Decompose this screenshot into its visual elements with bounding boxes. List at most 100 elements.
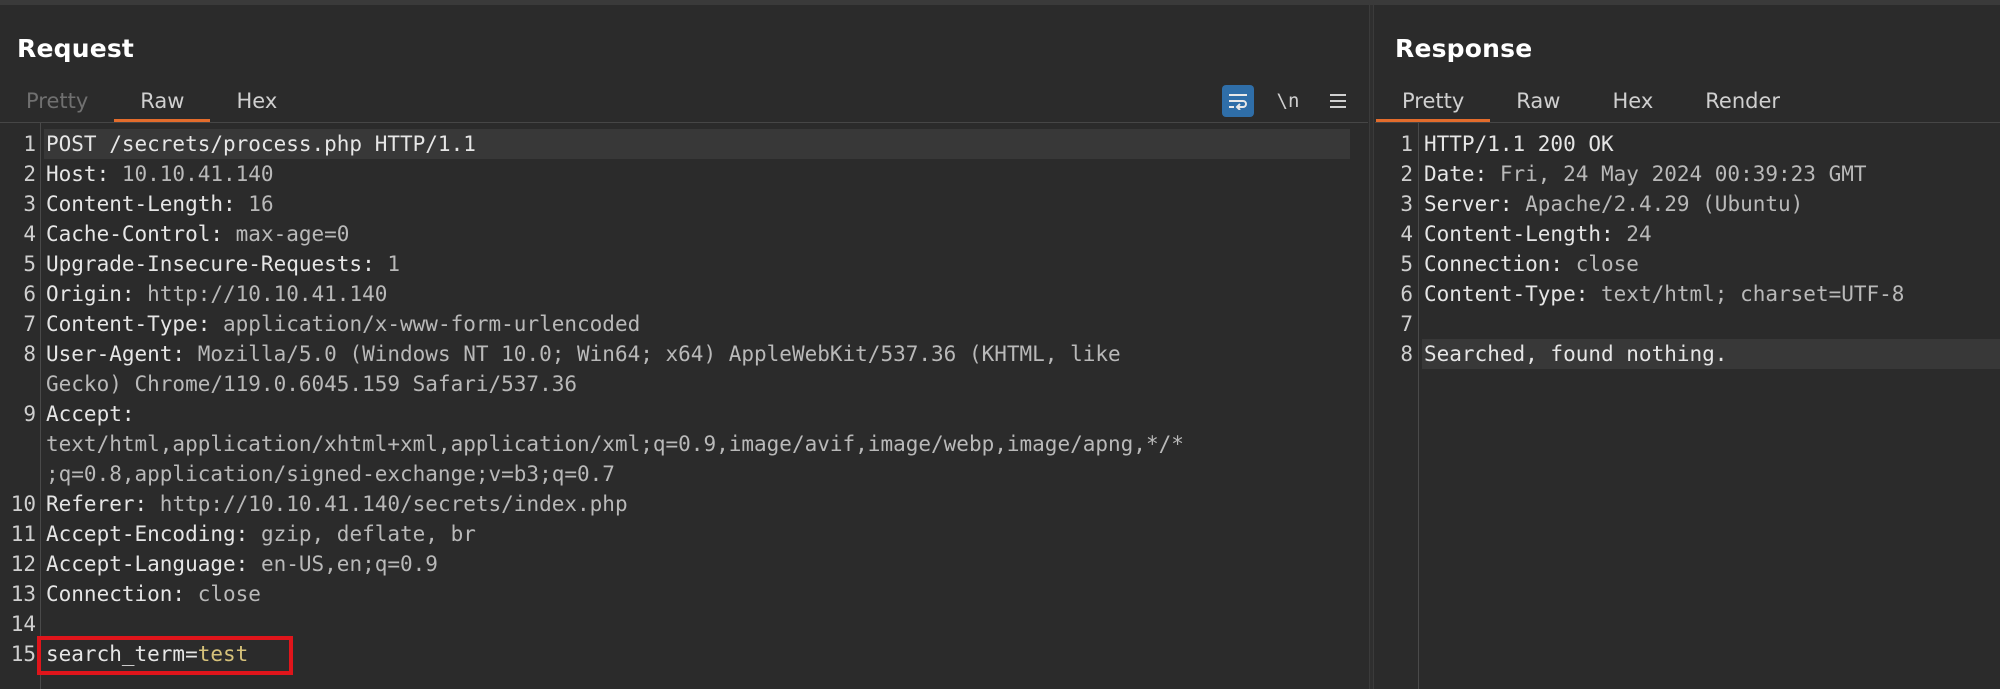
- line-number: 13: [10, 582, 36, 606]
- line-number: 5: [1400, 252, 1413, 276]
- header-value: max-age=0: [223, 222, 350, 246]
- line-number: 14: [10, 612, 36, 636]
- line-content: Content-Type: text/html; charset=UTF-8: [1424, 279, 1904, 309]
- line-content: Referer: http://10.10.41.140/secrets/ind…: [46, 489, 628, 519]
- tab-hex[interactable]: Hex: [1586, 81, 1679, 122]
- code-line: 4 Cache-Control: max-age=0: [0, 219, 1368, 249]
- tab-hex[interactable]: Hex: [210, 81, 303, 122]
- header-value: text/html,application/xhtml+xml,applicat…: [46, 432, 1184, 456]
- code-line: 2 Date: Fri, 24 May 2024 00:39:23 GMT: [1375, 159, 2000, 189]
- line-number: 3: [23, 192, 36, 216]
- header-value: Fri, 24 May 2024 00:39:23 GMT: [1487, 162, 1867, 186]
- code-line: 5 Upgrade-Insecure-Requests: 1: [0, 249, 1368, 279]
- header-name: Origin:: [46, 282, 135, 306]
- header-name: Referer:: [46, 492, 148, 516]
- code-line: 5 Connection: close: [1375, 249, 2000, 279]
- code-line: 4 Content-Length: 24: [1375, 219, 2000, 249]
- response-editor[interactable]: 1 HTTP/1.1 200 OK 2 Date: Fri, 24 May 2024 …: [1375, 123, 2000, 689]
- line-number: 1: [1400, 132, 1413, 156]
- header-name: Searched, found nothing.: [1424, 342, 1728, 366]
- line-number: 15: [10, 642, 36, 666]
- line-number: 4: [1400, 222, 1413, 246]
- header-name: Host:: [46, 162, 110, 186]
- code-line: 6 Content-Type: text/html; charset=UTF-8: [1375, 279, 2000, 309]
- line-content: text/html,application/xhtml+xml,applicat…: [46, 429, 1184, 459]
- code-line: 10 Referer: http://10.10.41.140/secrets/i…: [0, 489, 1368, 519]
- code-line: 6 Origin: http://10.10.41.140: [0, 279, 1368, 309]
- code-line: 1 POST /secrets/process.php HTTP/1.1: [0, 129, 1368, 159]
- show-newlines-button[interactable]: \n: [1272, 85, 1304, 117]
- code-line: ;q=0.8,application/signed-exchange;v=b3;…: [0, 459, 1368, 489]
- header-name: Content-Length:: [46, 192, 236, 216]
- tab-raw[interactable]: Raw: [114, 81, 211, 122]
- header-name: Cache-Control:: [46, 222, 224, 246]
- header-value: 16: [235, 192, 274, 216]
- line-number: 6: [1400, 282, 1413, 306]
- header-name: Accept:: [46, 402, 135, 426]
- pane-splitter[interactable]: [1369, 5, 1374, 689]
- header-value: ;q=0.8,application/signed-exchange;v=b3;…: [46, 462, 615, 486]
- line-content: Content-Type: application/x-www-form-url…: [46, 309, 640, 339]
- code-line: 3 Server: Apache/2.4.29 (Ubuntu): [1375, 189, 2000, 219]
- line-content: Host: 10.10.41.140: [46, 159, 274, 189]
- response-tabs: Pretty Raw Hex Render: [1376, 81, 1806, 122]
- line-number: 10: [10, 492, 36, 516]
- header-value: close: [185, 582, 261, 606]
- header-name: Connection:: [1424, 252, 1564, 276]
- tab-pretty[interactable]: Pretty: [0, 81, 114, 122]
- header-value: en-US,en;q=0.9: [248, 552, 438, 576]
- tab-raw[interactable]: Raw: [1490, 81, 1586, 122]
- line-content: Server: Apache/2.4.29 (Ubuntu): [1424, 189, 1803, 219]
- line-content: ;q=0.8,application/signed-exchange;v=b3;…: [46, 459, 615, 489]
- line-content: Cache-Control: max-age=0: [46, 219, 349, 249]
- line-number: 7: [1400, 312, 1413, 336]
- tab-pretty[interactable]: Pretty: [1376, 81, 1491, 122]
- hamburger-menu-icon[interactable]: [1322, 85, 1354, 117]
- header-value: 24: [1613, 222, 1652, 246]
- header-value: Gecko) Chrome/119.0.6045.159 Safari/537.…: [46, 372, 578, 396]
- header-name: Accept-Language:: [46, 552, 249, 576]
- header-value: 10.10.41.140: [109, 162, 274, 186]
- code-line: Gecko) Chrome/119.0.6045.159 Safari/537.…: [0, 369, 1368, 399]
- request-tabs: Pretty Raw Hex: [0, 81, 303, 122]
- header-value: gzip, deflate, br: [248, 522, 476, 546]
- code-line: 7 Content-Type: application/x-www-form-ur…: [0, 309, 1368, 339]
- line-content: Content-Length: 24: [1424, 219, 1652, 249]
- header-name: Date:: [1424, 162, 1488, 186]
- code-line: text/html,application/xhtml+xml,applicat…: [0, 429, 1368, 459]
- header-value: text/html; charset=UTF-8: [1588, 282, 1905, 306]
- request-toolbar: \n: [1204, 85, 1368, 117]
- line-content: Searched, found nothing.: [1424, 339, 1727, 369]
- header-name: Content-Length:: [1424, 222, 1614, 246]
- code-line: 14: [0, 609, 1368, 639]
- code-line: 11 Accept-Encoding: gzip, deflate, br: [0, 519, 1368, 549]
- code-line: 3 Content-Length: 16: [0, 189, 1368, 219]
- line-number: 12: [10, 552, 36, 576]
- header-name: Upgrade-Insecure-Requests:: [46, 252, 375, 276]
- header-name: Content-Type:: [46, 312, 211, 336]
- response-pane: Response Pretty Raw Hex Render 1 HTTP/1.1…: [1375, 5, 2000, 689]
- line-content: Gecko) Chrome/119.0.6045.159 Safari/537.…: [46, 369, 577, 399]
- line-content: Content-Length: 16: [46, 189, 274, 219]
- header-name: User-Agent:: [46, 342, 186, 366]
- code-line: 12 Accept-Language: en-US,en;q=0.9: [0, 549, 1368, 579]
- word-wrap-icon[interactable]: [1222, 85, 1254, 117]
- line-number: 9: [23, 402, 36, 426]
- header-name: Server:: [1424, 192, 1513, 216]
- code-line: 13 Connection: close: [0, 579, 1368, 609]
- request-pane: Request Pretty Raw Hex \n 1 POST /secrets…: [0, 5, 1368, 689]
- line-content: POST /secrets/process.php HTTP/1.1: [46, 129, 476, 159]
- tab-render[interactable]: Render: [1679, 81, 1806, 122]
- header-name: Connection:: [46, 582, 186, 606]
- request-title: Request: [17, 34, 135, 63]
- header-value: 1: [374, 252, 401, 276]
- line-content: Upgrade-Insecure-Requests: 1: [46, 249, 400, 279]
- line-number: 6: [23, 282, 36, 306]
- header-value: application/x-www-form-urlencoded: [210, 312, 641, 336]
- line-content: Accept-Encoding: gzip, deflate, br: [46, 519, 476, 549]
- header-value: http://10.10.41.140/secrets/index.php: [147, 492, 628, 516]
- request-editor[interactable]: 1 POST /secrets/process.php HTTP/1.1 2 Host…: [0, 123, 1368, 689]
- line-content: Date: Fri, 24 May 2024 00:39:23 GMT: [1424, 159, 1867, 189]
- line-content: Accept:: [46, 399, 135, 429]
- line-number: 4: [23, 222, 36, 246]
